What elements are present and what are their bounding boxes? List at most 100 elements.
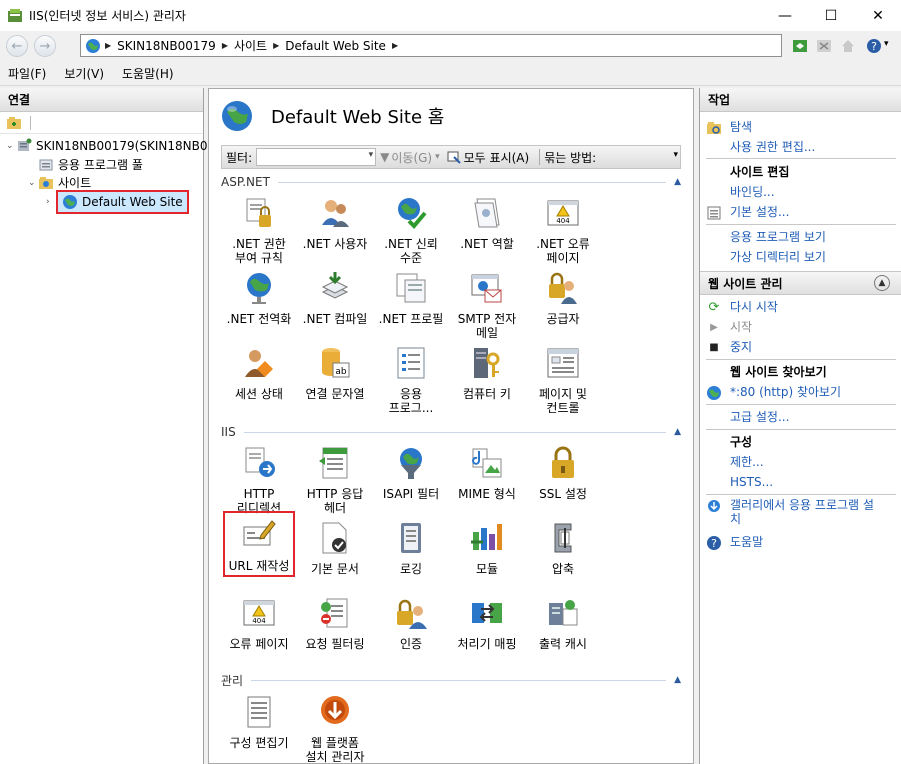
feature-configuration-editor[interactable]: 구성 편집기 (221, 694, 297, 750)
connect-icon[interactable] (6, 115, 22, 131)
address-box[interactable]: ▶ SKIN18NB00179 ▶ 사이트 ▶ Default Web Site… (80, 34, 782, 57)
tree-item-server[interactable]: ⌄ SKIN18NB00179(SKIN18NB0 (6, 138, 207, 154)
connections-pane: 연결 ⌄ SKIN18NB00179(SKIN18NB0 응용 프로그램 풀 ⌄… (0, 88, 207, 764)
feature-isapi-filters[interactable]: ISAPI 필터 (373, 445, 449, 501)
maximize-button[interactable]: ☐ (808, 0, 854, 31)
feature-error-pages[interactable]: 404 오류 페이지 (221, 595, 297, 651)
refresh-icon[interactable] (792, 38, 808, 54)
tree-item-sites[interactable]: ⌄ 사이트 (28, 174, 91, 191)
feature-http-redirect[interactable]: HTTP 리디렉션 (221, 445, 297, 515)
expander-icon[interactable]: › (46, 197, 56, 207)
feature-modules[interactable]: 모듈 (449, 520, 525, 576)
action-start[interactable]: ▶ 시작 (700, 320, 901, 336)
action-install-from-gallery[interactable]: 갤러리에서 응용 프로그램 설 치 (700, 498, 901, 526)
feature-ssl-settings[interactable]: SSL 설정 (525, 445, 601, 501)
go-button[interactable]: ▼ 이동(G) ▾ (380, 149, 440, 166)
action-view-virtual-directories[interactable]: 가상 디렉터리 보기 (700, 250, 901, 266)
feature-smtp-email[interactable]: SMTP 전자 메일 (449, 270, 525, 340)
collapse-icon[interactable]: ▲ (674, 427, 681, 437)
tree-item-default-web-site[interactable]: › Default Web Site (46, 190, 189, 214)
collapse-icon[interactable]: ▲ (674, 177, 681, 187)
show-all-button[interactable]: 모두 표시(A) (446, 149, 530, 166)
feature-net-roles[interactable]: .NET 역할 (449, 195, 525, 251)
feature-handler-mappings[interactable]: 처리기 매핑 (449, 595, 525, 651)
feature-authentication[interactable]: 인증 (373, 595, 449, 651)
close-button[interactable]: ✕ (855, 0, 901, 31)
svg-text:?: ? (711, 537, 717, 550)
back-button[interactable]: ← (6, 35, 28, 57)
feature-request-filtering[interactable]: 요청 필터링 (297, 595, 373, 651)
feature-machine-key[interactable]: 컴퓨터 키 (449, 345, 525, 401)
stop-icon[interactable] (816, 38, 832, 54)
actions-pane: 작업 탐색 사용 권한 편집... 사이트 편집 바인딩... 기본 설정...… (699, 88, 901, 764)
profile-icon (396, 273, 426, 303)
action-hsts[interactable]: HSTS... (700, 475, 901, 491)
feature-net-profile[interactable]: .NET 프로필 (373, 270, 449, 326)
action-limits[interactable]: 제한... (700, 455, 901, 471)
feature-net-compilation[interactable]: .NET 컴파일 (297, 270, 373, 326)
feature-url-rewrite[interactable]: URL 재작성 (223, 511, 295, 577)
action-stop[interactable]: ■ 중지 (700, 340, 901, 356)
feature-logging[interactable]: 로깅 (373, 520, 449, 576)
feature-net-authorization[interactable]: .NET 권한 부여 규칙 (221, 195, 297, 265)
feature-net-trust-levels[interactable]: .NET 신뢰 수준 (373, 195, 449, 265)
feature-net-error-pages[interactable]: 404 .NET 오류 페이지 (525, 195, 601, 265)
feature-default-document[interactable]: 기본 문서 (297, 520, 373, 576)
svg-text:404: 404 (556, 217, 570, 225)
roles-icon (474, 198, 500, 228)
feature-label: 출력 캐시 (539, 637, 587, 651)
action-browse-80[interactable]: *:80 (http) 찾아보기 (700, 385, 901, 401)
feature-mime-types[interactable]: MIME 형식 (449, 445, 525, 501)
action-edit-permissions[interactable]: 사용 권한 편집... (700, 140, 901, 156)
selected-site-highlight[interactable]: Default Web Site (56, 190, 189, 214)
feature-compression[interactable]: 압축 (525, 520, 601, 576)
collapse-icon[interactable]: ▲ (874, 275, 890, 291)
menu-help[interactable]: 도움말(H) (122, 65, 174, 82)
home-icon[interactable] (840, 38, 856, 54)
scroll-down-icon[interactable]: ▾ (673, 150, 678, 160)
feature-connection-strings[interactable]: ab 연결 문자열 (297, 345, 373, 401)
menu-file[interactable]: 파일(F) (8, 65, 46, 82)
breadcrumb-site[interactable]: Default Web Site (285, 39, 386, 53)
action-label: 갤러리에서 응용 프로그램 설 치 (730, 498, 874, 526)
group-by-label[interactable]: 묶는 방법: (544, 149, 596, 166)
feature-pages-controls[interactable]: 페이지 및 컨트롤 (525, 345, 601, 415)
collapse-icon[interactable]: ▲ (674, 675, 681, 685)
filter-input[interactable] (256, 148, 377, 166)
funnel-icon: ▼ (380, 150, 390, 164)
app-settings-icon (397, 347, 425, 379)
breadcrumb-server[interactable]: SKIN18NB00179 (117, 39, 216, 53)
action-basic-settings[interactable]: 기본 설정... (700, 205, 901, 221)
help-icon[interactable]: ? (866, 38, 882, 54)
help-dropdown-icon[interactable]: ▾ (884, 39, 889, 49)
action-explore[interactable]: 탐색 (700, 120, 901, 136)
feature-session-state[interactable]: 세션 상태 (221, 345, 297, 401)
action-bindings[interactable]: 바인딩... (700, 185, 901, 201)
feature-label: .NET 프로필 (378, 312, 444, 326)
action-restart[interactable]: ⟳ 다시 시작 (700, 300, 901, 316)
action-help[interactable]: ? 도움말 (700, 535, 901, 551)
expander-icon[interactable]: ⌄ (28, 178, 38, 188)
tree-item-app-pools[interactable]: 응용 프로그램 풀 (38, 156, 143, 173)
action-label: HSTS... (730, 475, 774, 489)
menu-view[interactable]: 보기(V) (64, 65, 104, 82)
feature-web-platform-installer[interactable]: 웹 플랫폼 설치 관리자 (297, 694, 373, 763)
breadcrumb-sites[interactable]: 사이트 (234, 37, 267, 54)
action-view-applications[interactable]: 응용 프로그램 보기 (700, 230, 901, 246)
feature-providers[interactable]: 공급자 (525, 270, 601, 326)
feature-label: URL 재작성 (228, 559, 290, 573)
action-advanced-settings[interactable]: 고급 설정... (700, 410, 901, 426)
iis-app-icon (8, 8, 22, 22)
expander-icon[interactable]: ⌄ (6, 141, 16, 151)
feature-http-response-headers[interactable]: HTTP 응답 헤더 (297, 445, 373, 515)
feature-output-caching[interactable]: 출력 캐시 (525, 595, 601, 651)
show-all-label: 모두 표시(A) (463, 150, 530, 165)
feature-net-users[interactable]: .NET 사용자 (297, 195, 373, 251)
feature-net-globalization[interactable]: .NET 전역화 (221, 270, 297, 326)
feature-app-settings[interactable]: 응용 프로그... (373, 345, 449, 415)
ssl-lock-icon (552, 446, 574, 478)
action-label: 가상 디렉터리 보기 (730, 250, 826, 264)
minimize-button[interactable]: — (762, 0, 808, 31)
handler-icon (472, 603, 502, 623)
forward-button[interactable]: → (34, 35, 56, 57)
